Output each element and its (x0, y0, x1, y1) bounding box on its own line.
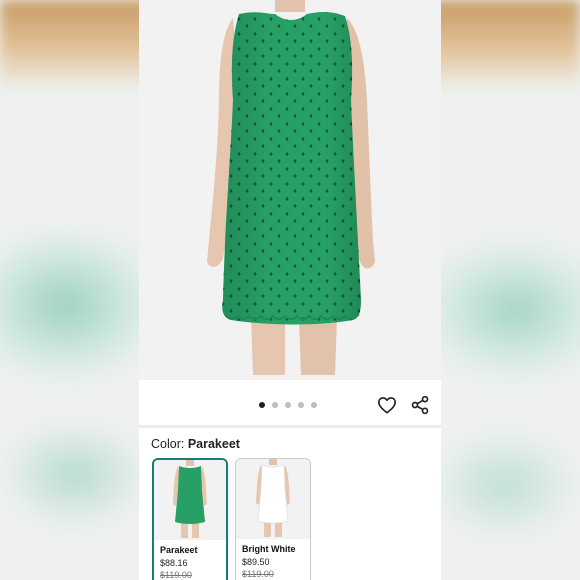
image-controls (139, 380, 441, 425)
carousel-dot[interactable] (298, 402, 304, 408)
heart-icon[interactable] (376, 394, 398, 416)
color-value: Parakeet (187, 437, 240, 451)
swatch-bright-white[interactable]: Bright White $89.50 $119.00 (235, 458, 311, 580)
product-image[interactable] (139, 0, 441, 380)
carousel-dot[interactable] (272, 402, 278, 408)
carousel-dot[interactable] (311, 402, 317, 408)
color-label: Color: (151, 437, 185, 451)
divider (139, 425, 441, 428)
swatch-price: $89.50 (242, 557, 270, 567)
product-screen: Color: Parakeet Parakeet $88.16 $119.00 (139, 0, 441, 580)
share-icon[interactable] (409, 394, 431, 416)
swatch-name: Parakeet (160, 545, 198, 555)
carousel-dot[interactable] (285, 402, 291, 408)
swatch-parakeet[interactable]: Parakeet $88.16 $119.00 (152, 458, 228, 580)
swatch-name: Bright White (242, 544, 296, 554)
color-selection-label: Color: Parakeet (151, 437, 240, 451)
swatch-thumbnail (154, 460, 226, 540)
swatch-price: $88.16 (160, 558, 188, 568)
swatch-thumbnail (236, 459, 310, 539)
swatch-original-price: $119.00 (160, 570, 192, 580)
carousel-dots[interactable] (259, 402, 317, 408)
carousel-dot[interactable] (259, 402, 265, 408)
swatch-original-price: $119.00 (242, 569, 274, 579)
